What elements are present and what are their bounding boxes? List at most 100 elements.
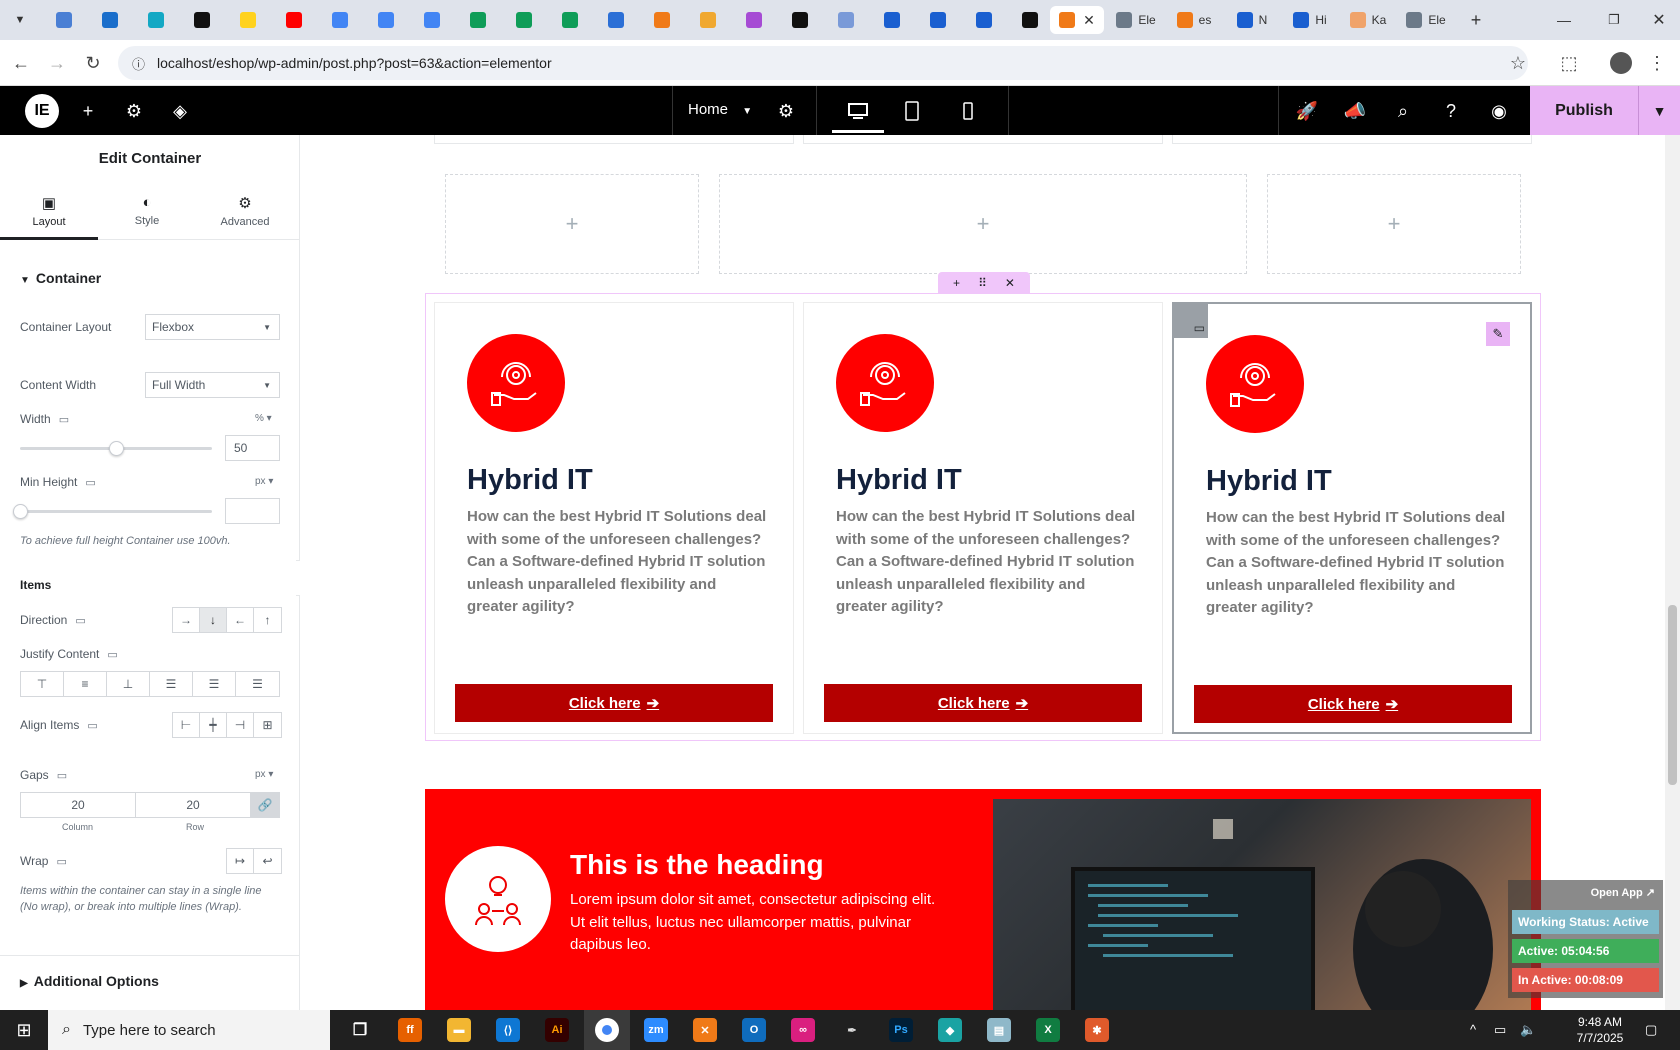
tab-layout[interactable]: ▣ Layout <box>0 190 98 240</box>
tab-advanced[interactable]: ⚙ Advanced <box>196 190 294 240</box>
browser-tab[interactable] <box>418 6 446 34</box>
excel-icon[interactable]: X <box>1036 1018 1060 1042</box>
windows-start-icon[interactable]: ⊞ <box>0 1010 48 1050</box>
mobile-device-icon[interactable] <box>956 99 980 123</box>
desktop-device-icon[interactable] <box>846 99 870 123</box>
browser-tab[interactable] <box>96 6 124 34</box>
browser-tab[interactable] <box>648 6 676 34</box>
width-slider-handle[interactable] <box>109 441 124 456</box>
gap-row-input[interactable]: 20 <box>136 793 251 817</box>
browser-tab[interactable] <box>970 6 998 34</box>
network-icon[interactable]: ▭ <box>1494 1022 1506 1038</box>
min-height-slider-track[interactable] <box>13 504 212 519</box>
click-here-button[interactable]: Click here ➔ <box>824 684 1142 722</box>
browser-tab[interactable] <box>694 6 722 34</box>
browser-tab[interactable]: N <box>1226 6 1278 34</box>
page-selector[interactable]: Home ▼ <box>688 101 752 118</box>
bookmark-star-icon[interactable]: ☆ <box>1505 50 1531 76</box>
align-center-icon[interactable]: ┿ <box>200 713 227 737</box>
browser-tab[interactable] <box>234 6 262 34</box>
taskbar-search-box[interactable]: ⌕ Type here to search <box>48 1010 330 1050</box>
browser-tab[interactable] <box>1016 6 1044 34</box>
content-width-select[interactable]: Full Width ▼ <box>145 372 280 398</box>
min-height-number-input[interactable] <box>225 498 280 524</box>
photoshop-icon[interactable]: Ps <box>889 1018 913 1042</box>
browser-tab[interactable] <box>372 6 400 34</box>
outlook-icon[interactable]: O <box>742 1018 766 1042</box>
direction-row-icon[interactable]: → <box>173 608 200 632</box>
site-settings-icon[interactable]: ⚙ <box>122 99 146 123</box>
zoom-icon[interactable]: zm <box>644 1018 668 1042</box>
tab-search-dropdown[interactable]: ▼ <box>8 6 32 34</box>
width-number-input[interactable]: 50 <box>225 435 280 461</box>
desktop-responsive-icon[interactable]: ▭ <box>87 720 97 732</box>
direction-column-icon[interactable]: ↓ <box>200 608 227 632</box>
justify-space-between-icon[interactable]: ☰ <box>150 672 193 696</box>
profile-avatar[interactable] <box>1608 50 1634 76</box>
new-tab-button[interactable]: + <box>1462 6 1490 34</box>
browser-tab[interactable] <box>188 6 216 34</box>
chrome-icon[interactable] <box>595 1018 619 1042</box>
browser-tab[interactable] <box>326 6 354 34</box>
desktop-responsive-icon[interactable]: ▭ <box>85 477 95 489</box>
reload-button[interactable]: ↻ <box>80 50 106 76</box>
browser-tab[interactable] <box>556 6 584 34</box>
xampp-icon[interactable]: ✕ <box>693 1018 717 1042</box>
browser-menu-icon[interactable]: ⋮ <box>1644 50 1670 76</box>
browser-tab[interactable]: es <box>1168 6 1220 34</box>
justify-space-around-icon[interactable]: ☰ <box>193 672 236 696</box>
browser-tab[interactable] <box>924 6 952 34</box>
add-container-icon[interactable]: + <box>953 276 960 290</box>
browser-tab[interactable]: Ele <box>1110 6 1162 34</box>
task-view-icon[interactable]: ❐ <box>348 1018 372 1042</box>
browser-tab[interactable] <box>740 6 768 34</box>
service-card[interactable]: Hybrid IT How can the best Hybrid IT Sol… <box>434 302 794 734</box>
desktop-responsive-icon[interactable]: ▭ <box>56 856 66 868</box>
whats-new-megaphone-icon[interactable]: 📣 <box>1343 99 1367 123</box>
creative-cloud-icon[interactable]: ∞ <box>791 1018 815 1042</box>
window-close-button[interactable]: ✕ <box>1645 6 1673 34</box>
canvas-scrollbar[interactable] <box>1665 135 1680 1010</box>
extensions-icon[interactable]: ⬚ <box>1556 50 1582 76</box>
pen-tool-icon[interactable]: ✒ <box>840 1018 864 1042</box>
edit-pencil-icon[interactable]: ✎ <box>1486 322 1510 346</box>
structure-layers-icon[interactable]: ◈ <box>168 99 192 123</box>
click-here-button[interactable]: Click here ➔ <box>455 684 773 722</box>
section-container-toggle[interactable]: ▼ Container <box>20 270 101 286</box>
wrap-icon[interactable]: ↩ <box>254 849 281 873</box>
browser-tab[interactable]: Ka <box>1342 6 1394 34</box>
browser-tab[interactable]: Ele <box>1400 6 1452 34</box>
service-card[interactable]: Hybrid IT How can the best Hybrid IT Sol… <box>803 302 1163 734</box>
browser-tab[interactable]: Hi <box>1284 6 1336 34</box>
vscode-icon[interactable]: ⟨⟩ <box>496 1018 520 1042</box>
add-element-placeholder[interactable]: + <box>445 174 699 274</box>
align-start-icon[interactable]: ⊢ <box>173 713 200 737</box>
rocket-icon[interactable]: 🚀 <box>1295 99 1319 123</box>
browser-tab[interactable] <box>280 6 308 34</box>
browser-tab[interactable] <box>602 6 630 34</box>
width-unit-select[interactable]: % ▾ <box>255 413 272 424</box>
justify-end-icon[interactable]: ⊥ <box>107 672 150 696</box>
delete-container-icon[interactable]: ✕ <box>1005 276 1015 290</box>
page-settings-icon[interactable]: ⚙ <box>774 99 798 123</box>
min-height-unit-select[interactable]: px ▾ <box>255 476 273 487</box>
container-layout-select[interactable]: Flexbox ▼ <box>145 314 280 340</box>
direction-row-reverse-icon[interactable]: ← <box>227 608 254 632</box>
address-bar[interactable]: ⓘ localhost/eshop/wp-admin/post.php?post… <box>118 46 1528 80</box>
help-icon[interactable]: ? <box>1439 99 1463 123</box>
tab-active-elementor[interactable]: ✕ <box>1050 6 1104 34</box>
browser-tab[interactable] <box>510 6 538 34</box>
close-icon[interactable]: ✕ <box>1083 12 1095 29</box>
back-button[interactable]: ← <box>8 50 34 76</box>
volume-icon[interactable]: 🔈 <box>1520 1022 1536 1038</box>
tab-style[interactable]: ◐ Style <box>98 190 196 240</box>
justify-center-icon[interactable]: ≡ <box>64 672 107 696</box>
preview-eye-icon[interactable]: ◉ <box>1487 99 1511 123</box>
notepad-icon[interactable]: ▤ <box>987 1018 1011 1042</box>
browser-tab[interactable] <box>786 6 814 34</box>
browser-tab[interactable] <box>142 6 170 34</box>
search-icon[interactable]: ⌕ <box>1391 99 1415 123</box>
gap-column-input[interactable]: 20 <box>21 793 136 817</box>
direction-column-reverse-icon[interactable]: ↑ <box>254 608 281 632</box>
min-height-slider-handle[interactable] <box>13 504 28 519</box>
